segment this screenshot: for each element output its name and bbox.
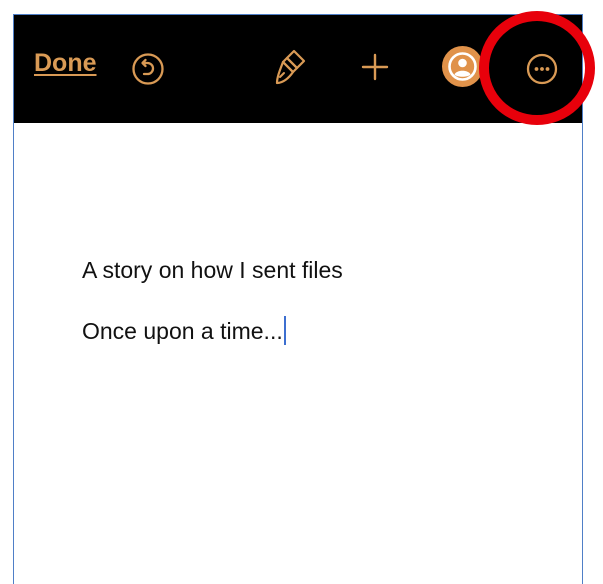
more-icon[interactable] (526, 53, 558, 85)
avatar-icon[interactable] (442, 46, 483, 87)
plus-icon[interactable] (359, 51, 391, 83)
document-line-text: A story on how I sent files (82, 257, 343, 283)
text-cursor (283, 316, 286, 345)
document-line-text: Once upon a time... (82, 318, 283, 344)
document-body-line[interactable]: Once upon a time... (82, 316, 286, 345)
document-title-line[interactable]: A story on how I sent files (82, 257, 343, 284)
undo-icon[interactable] (131, 52, 165, 86)
paintbrush-icon[interactable] (273, 48, 307, 86)
done-button[interactable]: Done (34, 49, 97, 78)
toolbar: Done (14, 15, 582, 123)
document-window: Done A story on how I sent files Once up… (13, 14, 583, 584)
